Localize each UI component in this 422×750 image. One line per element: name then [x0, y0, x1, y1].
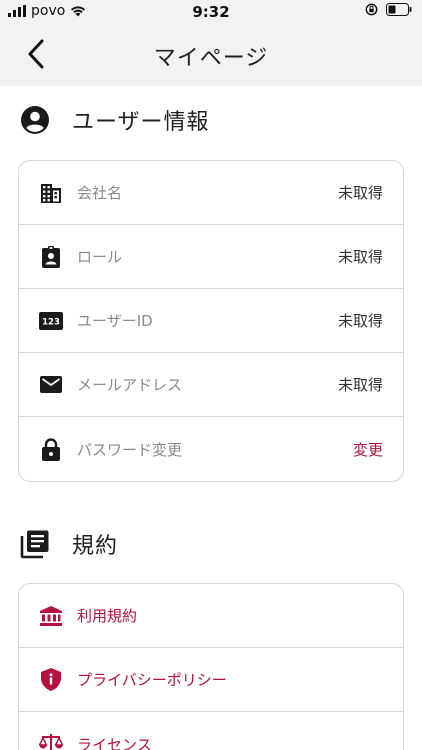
user-id-value: 未取得	[337, 312, 383, 330]
terms-heading: 規約	[72, 534, 119, 559]
battery-icon	[386, 3, 412, 16]
mail-icon	[39, 373, 63, 397]
role-label: ロール	[77, 248, 123, 266]
email-label: メールアドレス	[77, 376, 183, 394]
building-icon	[39, 181, 63, 205]
license-label: ライセンス	[77, 735, 152, 750]
privacy-policy-row[interactable]: プライバシーポリシー	[19, 648, 403, 712]
user-info-header: ユーザー情報	[20, 104, 210, 136]
company-name-value: 未取得	[337, 184, 383, 202]
orientation-lock-icon	[365, 3, 378, 16]
lock-icon	[39, 437, 63, 461]
status-bar: povo 9:32	[0, 0, 422, 24]
page-title: マイページ	[153, 46, 269, 71]
role-row: ロール 未取得	[19, 225, 403, 289]
license-row[interactable]: ライセンス	[19, 712, 403, 750]
user-info-heading: ユーザー情報	[72, 110, 210, 135]
library-books-icon	[20, 530, 49, 559]
scale-icon	[39, 732, 63, 750]
terms-of-use-label: 利用規約	[77, 607, 138, 625]
password-change-label: パスワード変更	[77, 440, 183, 459]
svg-text:123: 123	[42, 317, 60, 327]
password-change-button[interactable]: 変更	[353, 439, 383, 460]
company-name-label: 会社名	[77, 184, 123, 202]
terms-of-use-row[interactable]: 利用規約	[19, 584, 403, 648]
institution-icon	[39, 604, 63, 628]
id-123-icon: 123	[39, 309, 63, 333]
status-right	[365, 3, 412, 16]
account-circle-icon	[21, 106, 49, 134]
email-value: 未取得	[337, 376, 383, 394]
terms-header: 規約	[20, 528, 118, 560]
user-info-card: 会社名 未取得 ロール 未取得 123 ユーザーID 未取得 メールアドレス 未…	[18, 160, 404, 482]
privacy-policy-label: プライバシーポリシー	[77, 671, 227, 689]
terms-card: 利用規約 プライバシーポリシー ライセンス	[18, 583, 404, 750]
role-value: 未取得	[337, 248, 383, 266]
user-id-row: 123 ユーザーID 未取得	[19, 289, 403, 353]
email-row: メールアドレス 未取得	[19, 353, 403, 417]
shield-info-icon	[39, 668, 63, 692]
status-time: 9:32	[192, 3, 230, 21]
navigation-bar: マイページ	[0, 24, 422, 86]
user-id-label: ユーザーID	[77, 312, 153, 330]
password-change-row[interactable]: パスワード変更 変更	[19, 417, 403, 481]
company-name-row: 会社名 未取得	[19, 161, 403, 225]
badge-icon	[39, 245, 63, 269]
